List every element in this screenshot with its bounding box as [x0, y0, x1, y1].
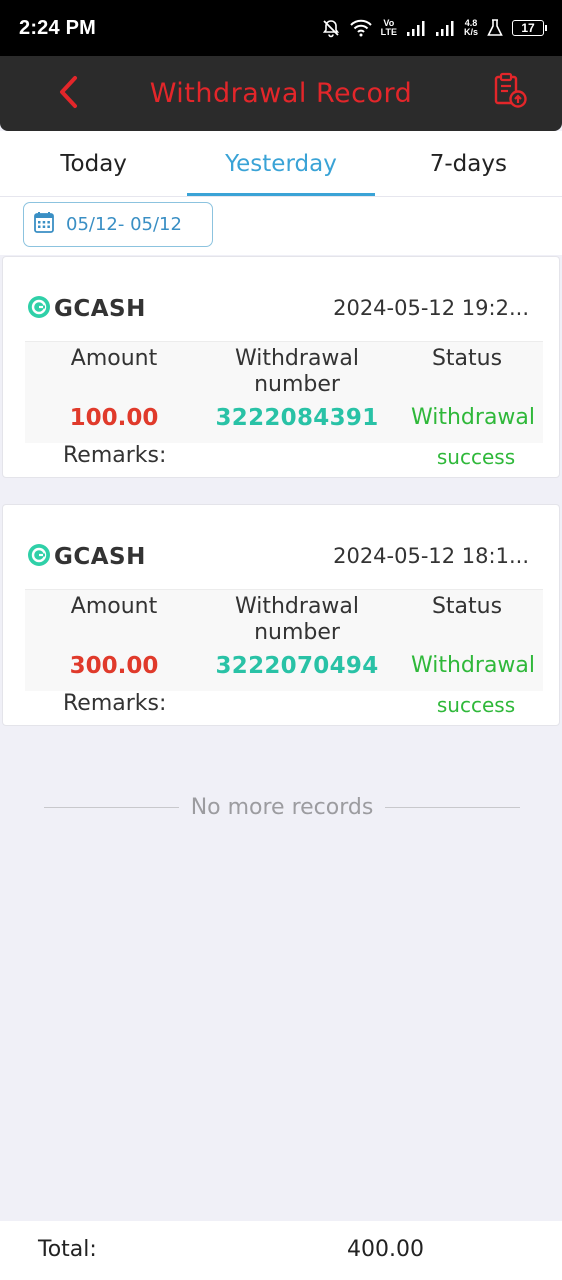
record-card-header: GCASH 2024-05-12 19:2... — [3, 257, 559, 341]
divider-line-right — [385, 806, 521, 808]
amount-value: 100.00 — [69, 405, 159, 431]
divider-line-left — [44, 806, 179, 808]
date-filter-bar: 05/12- 05/12 — [0, 197, 562, 255]
record-details: Amount Withdrawal number Status 300.00 3… — [25, 589, 543, 691]
withdrawal-number-header: Withdrawal number — [234, 594, 360, 645]
clipboard-upload-icon — [493, 72, 527, 112]
payment-brand: GCASH — [27, 543, 146, 571]
total-value: 400.00 — [347, 1237, 424, 1262]
payment-brand-name: GCASH — [54, 544, 146, 570]
signal-icon-2 — [435, 20, 455, 36]
amount-header: Amount — [70, 594, 158, 619]
battery-icon: 17 — [512, 20, 547, 36]
record-datetime: 2024-05-12 18:1... — [333, 544, 529, 568]
total-footer: Total: 400.00 — [0, 1221, 562, 1280]
network-type-bottom: LTE — [380, 27, 397, 37]
remarks-label: Remarks: — [63, 443, 167, 468]
status-value: Withdrawal — [410, 653, 536, 678]
record-card: GCASH 2024-05-12 19:2... Amount Withdraw… — [2, 256, 560, 478]
payment-brand-name: GCASH — [54, 296, 146, 322]
remarks-label: Remarks: — [63, 691, 167, 716]
record-card: GCASH 2024-05-12 18:1... Amount Withdraw… — [2, 504, 560, 726]
bell-off-icon — [321, 18, 341, 38]
amount-value: 300.00 — [69, 653, 159, 679]
status-value-line2: success — [436, 693, 516, 717]
record-datetime: 2024-05-12 19:2... — [333, 296, 529, 320]
withdrawal-number-value: 3222070494 — [215, 653, 379, 679]
status-value: Withdrawal — [410, 405, 536, 430]
tab-yesterday[interactable]: Yesterday — [187, 131, 375, 196]
status-time: 2:24 PM — [19, 16, 96, 39]
gcash-logo-icon — [27, 295, 51, 323]
chevron-left-icon — [57, 75, 79, 113]
record-card-header: GCASH 2024-05-12 18:1... — [3, 505, 559, 589]
date-range-value: 05/12- 05/12 — [66, 214, 182, 235]
status-header: Status — [431, 594, 503, 619]
payment-brand: GCASH — [27, 295, 146, 323]
status-icons: Vo LTE 4.8 K/s 17 — [321, 18, 547, 38]
total-label: Total: — [38, 1237, 97, 1262]
withdrawal-number-header: Withdrawal number — [234, 346, 360, 397]
network-type: Vo LTE — [381, 19, 397, 37]
withdrawal-number-value: 3222084391 — [215, 405, 379, 431]
no-more-records-text: No more records — [190, 794, 374, 820]
tab-7-days[interactable]: 7-days — [375, 131, 562, 196]
record-details: Amount Withdrawal number Status 100.00 3… — [25, 341, 543, 443]
amount-header: Amount — [70, 346, 158, 371]
date-range-tabs: Today Yesterday 7-days — [0, 131, 562, 197]
gcash-logo-icon — [27, 543, 51, 571]
network-speed-bottom: K/s — [463, 27, 478, 37]
no-more-records-divider: No more records — [44, 790, 521, 824]
status-value-line2: success — [436, 445, 516, 469]
tab-today[interactable]: Today — [0, 131, 187, 196]
flask-icon — [487, 19, 503, 37]
network-speed: 4.8 K/s — [464, 19, 478, 37]
calendar-icon — [34, 211, 54, 238]
page-title: Withdrawal Record — [149, 78, 413, 109]
status-bar: 2:24 PM Vo LTE 4.8 K/s 17 — [0, 0, 562, 56]
signal-icon — [406, 20, 426, 36]
wifi-icon — [349, 19, 372, 37]
app-header: Withdrawal Record — [0, 56, 562, 131]
back-button[interactable] — [48, 74, 88, 114]
remarks-row: Remarks: success — [25, 691, 543, 723]
status-header: Status — [431, 346, 503, 371]
remarks-row: Remarks: success — [25, 443, 543, 475]
date-range-picker[interactable]: 05/12- 05/12 — [23, 202, 213, 247]
upload-record-button[interactable] — [490, 72, 530, 112]
